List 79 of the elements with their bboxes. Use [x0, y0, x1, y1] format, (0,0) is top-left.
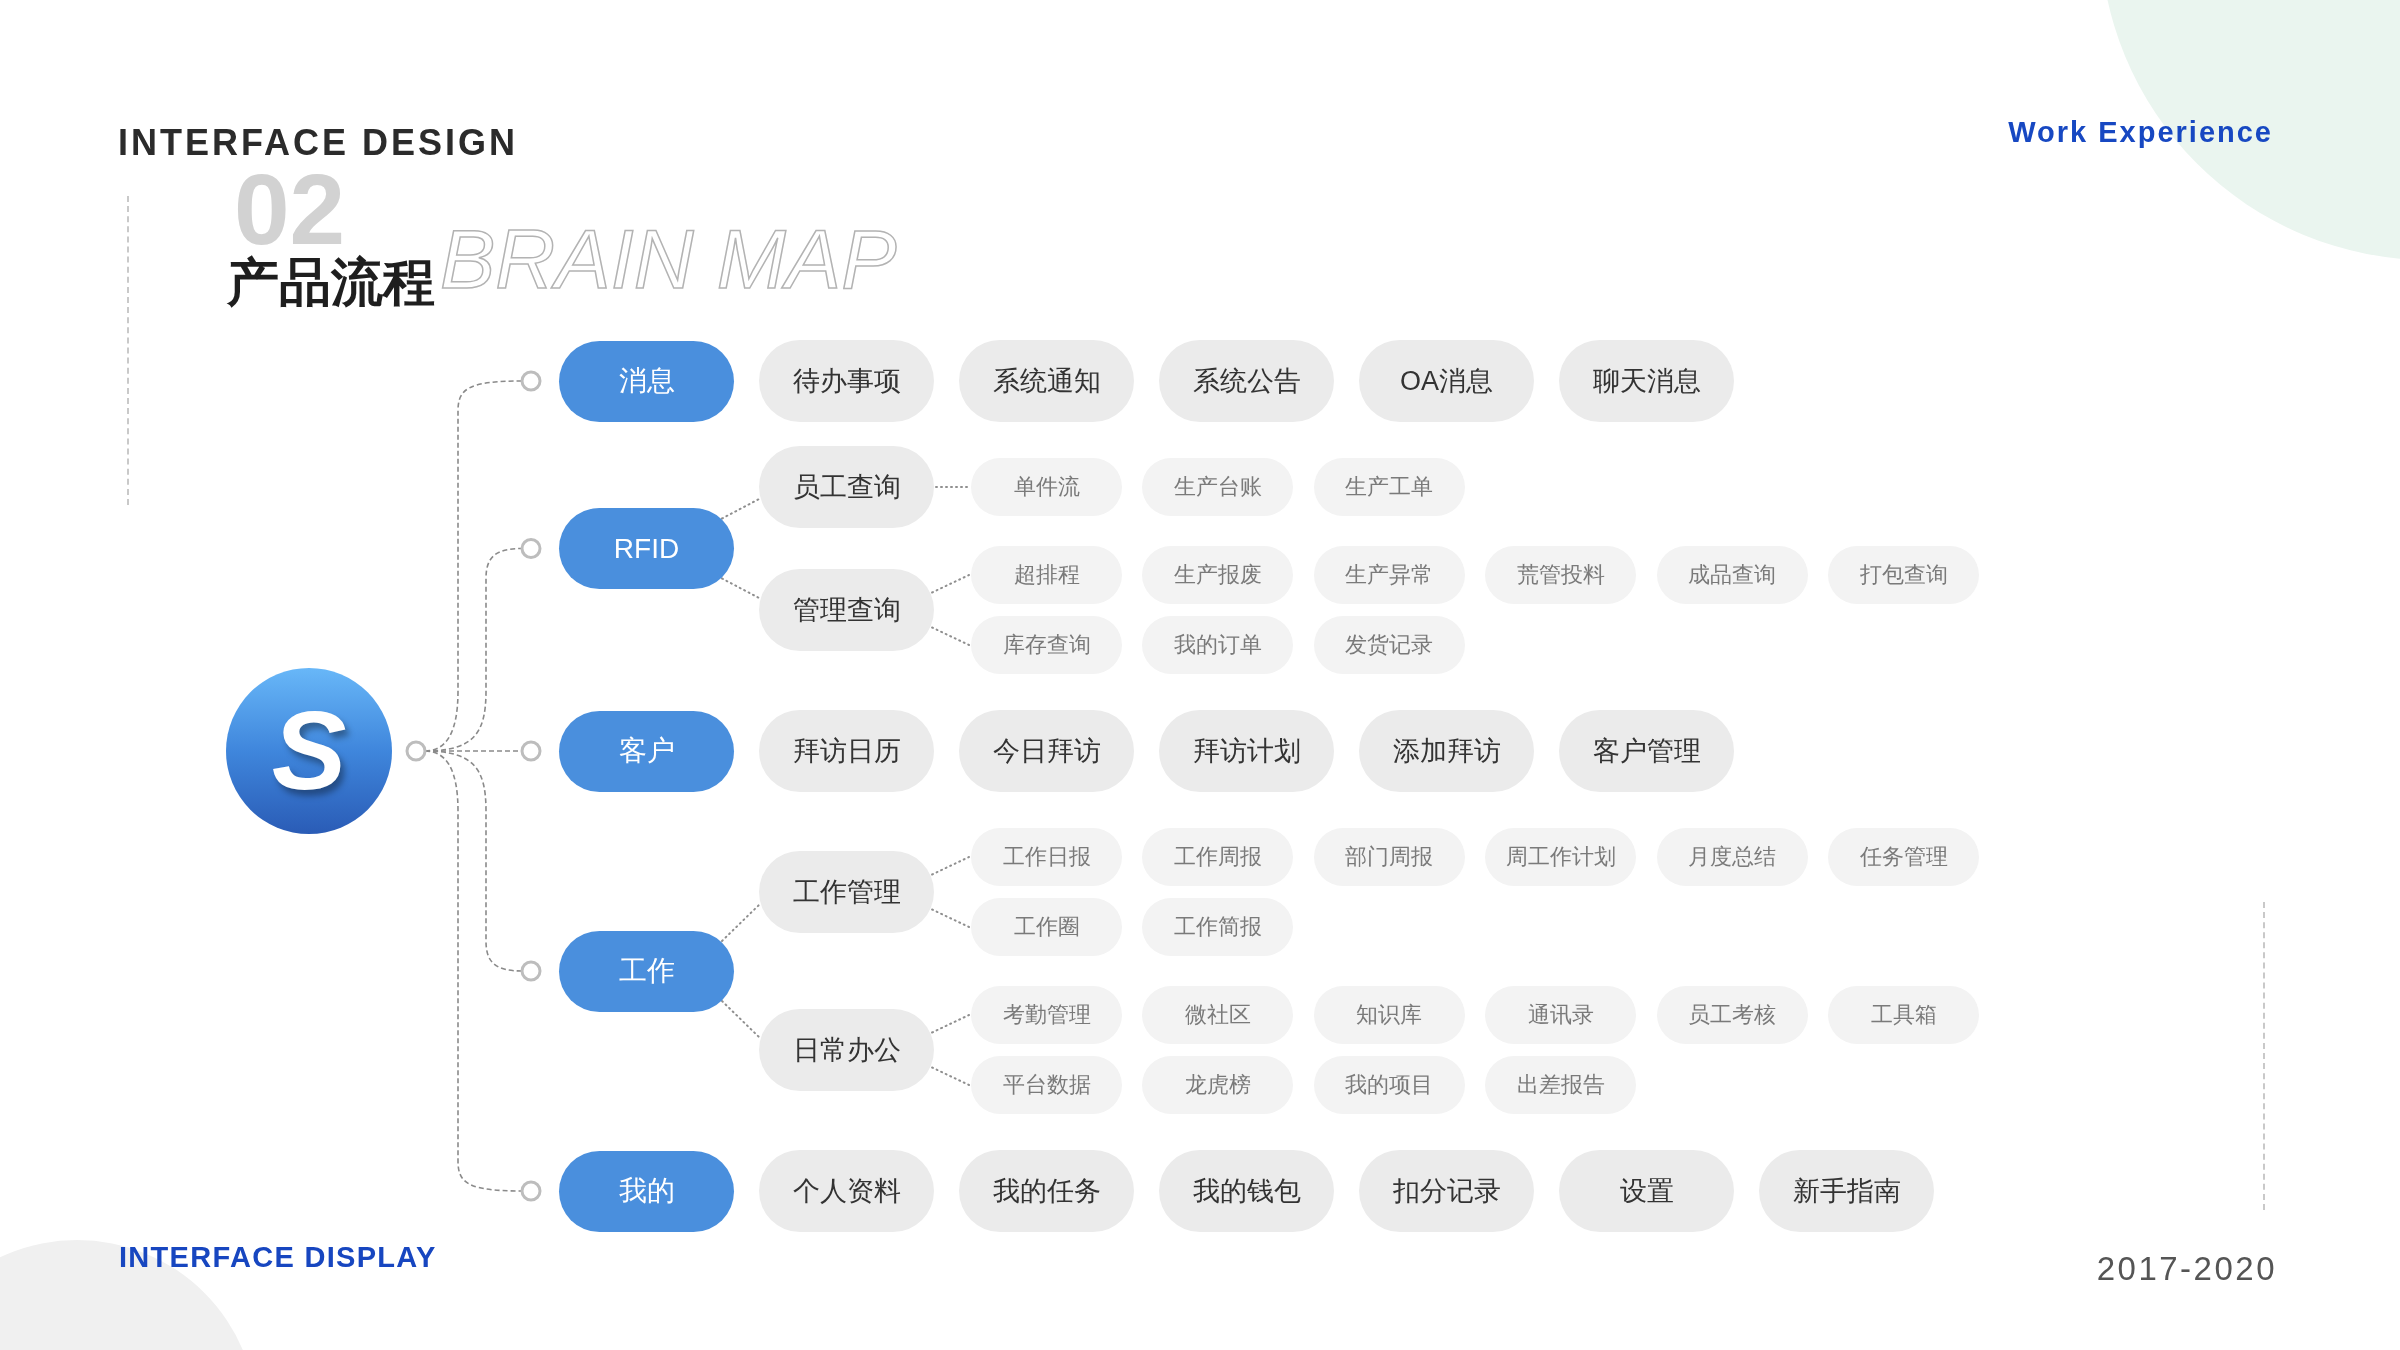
subtopic-node: 月度总结 — [1656, 828, 1808, 886]
topic-node: 设置 — [1559, 1150, 1734, 1232]
topic-node: 我的任务 — [959, 1150, 1134, 1232]
section-tagline: Work Experience — [2008, 118, 2273, 147]
ring-icon — [520, 960, 542, 982]
topic-node: 新手指南 — [1759, 1150, 1934, 1232]
subtopic-node: 打包查询 — [1828, 546, 1979, 604]
subtopic-node: 荒管投料 — [1485, 546, 1637, 604]
footer-label: INTERFACE DISPLAY — [119, 1243, 437, 1272]
topic-node: OA消息 — [1359, 340, 1534, 422]
subtopic-node: 考勤管理 — [971, 986, 1122, 1044]
connector-line — [931, 1014, 970, 1034]
connector-line — [931, 856, 970, 876]
subtopic-node: 生产异常 — [1313, 546, 1465, 604]
connector-line — [935, 486, 970, 488]
subtopic-node: 成品查询 — [1656, 546, 1808, 604]
subtopic-node: 知识库 — [1313, 986, 1465, 1044]
app-logo: S — [226, 668, 392, 834]
topic-node: 管理查询 — [759, 569, 934, 651]
subtopic-node: 工作日报 — [971, 828, 1122, 886]
subtopic-node: 部门周报 — [1313, 828, 1465, 886]
branch-node: 工作 — [559, 930, 734, 1012]
ring-icon — [520, 370, 542, 392]
topic-node: 客户管理 — [1559, 710, 1734, 792]
subtopic-node: 任务管理 — [1828, 828, 1979, 886]
connector-line — [721, 902, 762, 942]
subtopic-node: 工作简报 — [1142, 898, 1294, 956]
connector-line — [931, 908, 970, 928]
year-range: 2017-2020 — [2096, 1252, 2277, 1285]
section-title: 产品流程 — [227, 256, 435, 308]
topic-node: 聊天消息 — [1559, 340, 1734, 422]
ring-icon — [520, 1180, 542, 1202]
subtopic-node: 单件流 — [971, 458, 1122, 516]
branch-node: 客户 — [559, 710, 734, 792]
connector-line — [721, 1000, 762, 1040]
topic-node: 我的钱包 — [1159, 1150, 1334, 1232]
topic-node: 日常办公 — [759, 1009, 934, 1091]
branch-node: 我的 — [559, 1150, 734, 1232]
subtopic-node: 发货记录 — [1313, 616, 1465, 674]
section-subtitle: BRAIN MAP — [440, 218, 897, 301]
page-title: INTERFACE DESIGN — [118, 125, 519, 161]
connector-line — [931, 574, 970, 594]
topic-node: 系统通知 — [959, 340, 1134, 422]
topic-node: 拜访日历 — [759, 710, 934, 792]
subtopic-node: 生产工单 — [1313, 458, 1465, 516]
subtopic-node: 我的项目 — [1313, 1056, 1465, 1114]
subtopic-node: 出差报告 — [1485, 1056, 1637, 1114]
connector-line — [721, 497, 762, 520]
subtopic-node: 工作周报 — [1142, 828, 1294, 886]
topic-node: 系统公告 — [1159, 340, 1334, 422]
subtopic-node: 微社区 — [1142, 986, 1294, 1044]
connector-line — [721, 577, 762, 600]
subtopic-node: 周工作计划 — [1485, 828, 1637, 886]
subtopic-node: 通讯录 — [1485, 986, 1637, 1044]
ring-icon — [520, 740, 542, 762]
subtopic-node: 龙虎榜 — [1142, 1056, 1294, 1114]
subtopic-node: 库存查询 — [971, 616, 1122, 674]
connector-line — [931, 1066, 970, 1086]
topic-node: 工作管理 — [759, 851, 934, 933]
subtopic-node: 工具箱 — [1828, 986, 1979, 1044]
subtopic-node: 生产台账 — [1142, 458, 1294, 516]
subtopic-node: 生产报废 — [1142, 546, 1294, 604]
topic-node: 今日拜访 — [959, 710, 1134, 792]
topic-node: 拜访计划 — [1159, 710, 1334, 792]
subtopic-node: 员工考核 — [1656, 986, 1808, 1044]
subtopic-node: 工作圈 — [971, 898, 1122, 956]
subtopic-node: 平台数据 — [971, 1056, 1122, 1114]
topic-node: 个人资料 — [759, 1150, 934, 1232]
topic-node: 员工查询 — [759, 446, 934, 528]
ring-icon — [520, 538, 542, 559]
topic-node: 待办事项 — [759, 340, 934, 422]
ring-icon — [405, 740, 427, 762]
topic-node: 扣分记录 — [1359, 1150, 1534, 1232]
branch-node: RFID — [559, 508, 734, 589]
connector-line — [931, 626, 970, 646]
branch-node: 消息 — [559, 340, 734, 422]
topic-node: 添加拜访 — [1359, 710, 1534, 792]
subtopic-node: 我的订单 — [1142, 616, 1294, 674]
subtopic-node: 超排程 — [971, 546, 1122, 604]
